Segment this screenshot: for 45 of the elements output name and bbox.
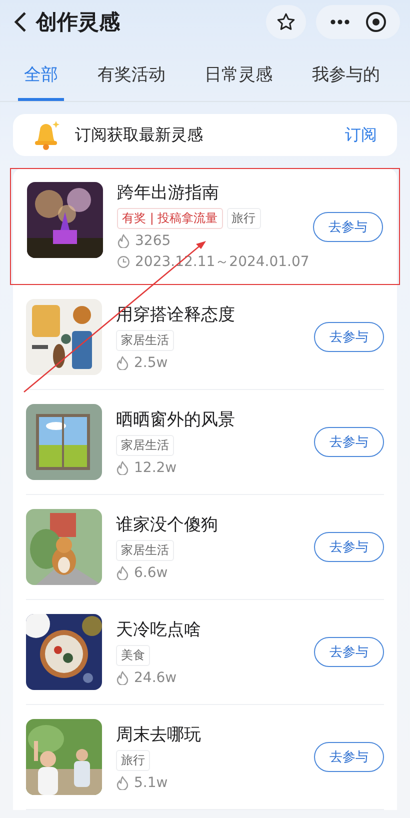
tab[interactable]: 有奖活动 [91, 62, 172, 101]
flame-icon [116, 776, 129, 790]
subscribe-button[interactable]: 订阅 [339, 124, 383, 146]
topic-title: 晒晒窗外的风景 [116, 408, 236, 430]
topic-tag: 家居生活 [116, 330, 174, 350]
topic-tag: 家居生活 [116, 540, 174, 560]
heat-count: 6.6w [134, 564, 168, 580]
join-button[interactable]: 去参与 [314, 637, 384, 667]
banner-text: 订阅获取最新灵感 [75, 124, 204, 146]
topic-title: 谁家没个傻狗 [116, 514, 219, 536]
flame-icon [116, 566, 129, 580]
join-button[interactable]: 去参与 [313, 212, 383, 242]
topic-tag: 有奖 | 投稿拿流量 [117, 208, 223, 229]
star-icon [276, 12, 296, 32]
heat-count: 5.1w [134, 774, 168, 790]
favorite-button[interactable] [266, 5, 306, 39]
topic-tag: 美食 [116, 644, 150, 666]
heat-count: 3265 [135, 233, 171, 249]
topic-title: 跨年出游指南 [117, 182, 220, 204]
join-button[interactable]: 去参与 [314, 532, 384, 562]
page-title: 创作灵感 [36, 9, 121, 36]
topic-tag: 旅行 [116, 750, 150, 770]
flame-icon [116, 460, 129, 474]
flame-icon [116, 356, 129, 370]
topic-title: 天冷吃点啥 [116, 618, 202, 640]
tab[interactable]: 日常灵感 [198, 62, 279, 101]
heat-count: 24.6w [134, 670, 177, 686]
topic-row[interactable]: 谁家没个傻狗 家居生活 6.6w 去参与 [26, 495, 384, 600]
topic-tag: 旅行 [226, 208, 261, 229]
flame-icon [117, 234, 130, 248]
topic-row[interactable]: 天冷吃点啥 美食 24.6w 去参与 [26, 600, 384, 705]
flame-icon [116, 670, 129, 684]
tab[interactable]: 全部 [18, 62, 64, 101]
heat-count: 12.2w [134, 460, 177, 476]
more-icon[interactable] [330, 19, 350, 25]
join-button[interactable]: 去参与 [314, 742, 384, 772]
join-button[interactable]: 去参与 [314, 322, 384, 352]
topic-tag: 家居生活 [116, 434, 174, 456]
heat-count: 2.5w [134, 354, 168, 370]
topic-title: 周末去哪玩 [116, 724, 202, 746]
topic-row[interactable]: 周末去哪玩 旅行 5.1w 去参与 [26, 705, 384, 810]
join-button[interactable]: 去参与 [314, 427, 384, 457]
tab[interactable]: 我参与的 [306, 62, 386, 101]
clock-icon [117, 255, 130, 269]
topic-row[interactable]: 晒晒窗外的风景 家居生活 12.2w 去参与 [26, 390, 384, 495]
